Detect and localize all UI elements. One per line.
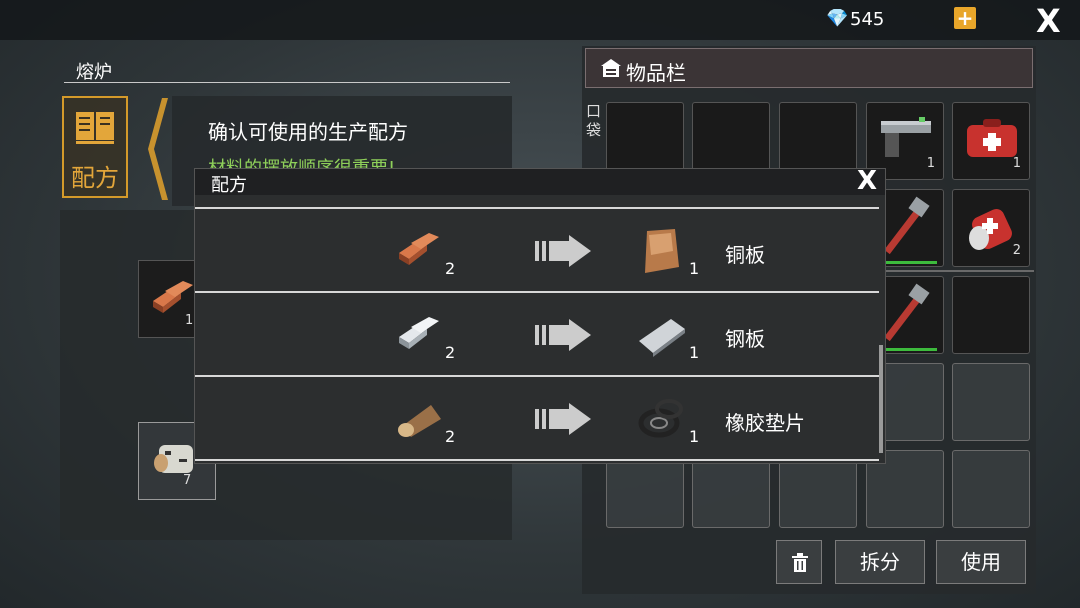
trash-icon — [792, 553, 808, 572]
pocket-label: 口袋 — [586, 102, 602, 139]
medkit-can-icon — [969, 209, 1012, 250]
recipe-tab-label: 配方 — [71, 164, 119, 192]
storage-icon — [601, 59, 621, 77]
output-name: 橡胶垫片 — [725, 411, 805, 435]
dialog-title: 配方 — [211, 175, 247, 196]
output-count: 1 — [689, 427, 700, 446]
arrow-right-icon — [535, 235, 591, 267]
close-screen-button[interactable]: X — [1036, 2, 1061, 40]
chevron-left-icon — [148, 98, 168, 200]
inventory-slot[interactable] — [952, 276, 1030, 354]
furnace-title: 熔炉 — [76, 62, 112, 83]
copper-ingot-icon — [153, 281, 193, 313]
input-count: 2 — [445, 259, 456, 278]
recipe-row[interactable]: 2 1 铜板 — [195, 209, 879, 293]
inventory-header: 物品栏 — [585, 48, 1033, 88]
output-count: 1 — [689, 343, 700, 362]
gem-count: 545 — [850, 9, 885, 30]
output-count: 1 — [689, 259, 700, 278]
steel-ingot-icon — [399, 317, 439, 349]
recipe-book-icon — [76, 112, 114, 144]
inventory-slot[interactable]: 2 — [952, 189, 1030, 267]
copper-ingot-icon — [399, 233, 439, 265]
wood-log-icon — [398, 405, 441, 437]
recipe-row[interactable]: 2 1 钢板 — [195, 293, 879, 377]
inventory-slot[interactable] — [952, 450, 1030, 528]
slot-count: 1 — [185, 313, 194, 328]
slot-count: 1 — [1012, 156, 1021, 171]
recipe-tab[interactable]: 配方 — [62, 96, 128, 198]
dialog-close-button[interactable]: X — [857, 166, 877, 196]
input-count: 2 — [445, 427, 456, 446]
use-button[interactable]: 使用 — [936, 540, 1026, 584]
divider — [195, 459, 879, 461]
divider — [64, 82, 510, 83]
info-title: 确认可使用的生产配方 — [208, 120, 408, 144]
inventory-slot[interactable]: 1 — [952, 102, 1030, 180]
diamond-icon: 💎 — [826, 8, 849, 29]
add-gems-button[interactable]: + — [954, 7, 976, 29]
rubber-gasket-icon — [638, 399, 683, 438]
steel-plate-icon — [639, 319, 685, 357]
dialog-header: 配方 X — [195, 166, 885, 196]
arrow-right-icon — [535, 403, 591, 435]
top-bar — [0, 0, 1080, 40]
inventory-slot[interactable] — [952, 363, 1030, 441]
recipe-dialog: 配方 X 2 1 铜板 2 1 钢板 2 1 橡胶垫片 — [194, 166, 886, 464]
inventory-title: 物品栏 — [626, 61, 686, 85]
medkit-bag-icon — [967, 119, 1017, 157]
input-count: 2 — [445, 343, 456, 362]
output-name: 铜板 — [725, 243, 765, 267]
copper-plate-icon — [645, 229, 679, 273]
slot-count: 7 — [183, 473, 192, 488]
recipe-row[interactable]: 2 1 橡胶垫片 — [195, 377, 879, 461]
dialog-scrollbar[interactable] — [879, 345, 883, 453]
furnace-input-slot[interactable]: 1 — [138, 260, 200, 338]
trash-button[interactable] — [776, 540, 822, 584]
slot-count: 2 — [1012, 243, 1021, 258]
output-name: 钢板 — [725, 327, 765, 351]
arrow-right-icon — [535, 319, 591, 351]
split-button[interactable]: 拆分 — [835, 540, 925, 584]
slot-count: 1 — [926, 156, 935, 171]
